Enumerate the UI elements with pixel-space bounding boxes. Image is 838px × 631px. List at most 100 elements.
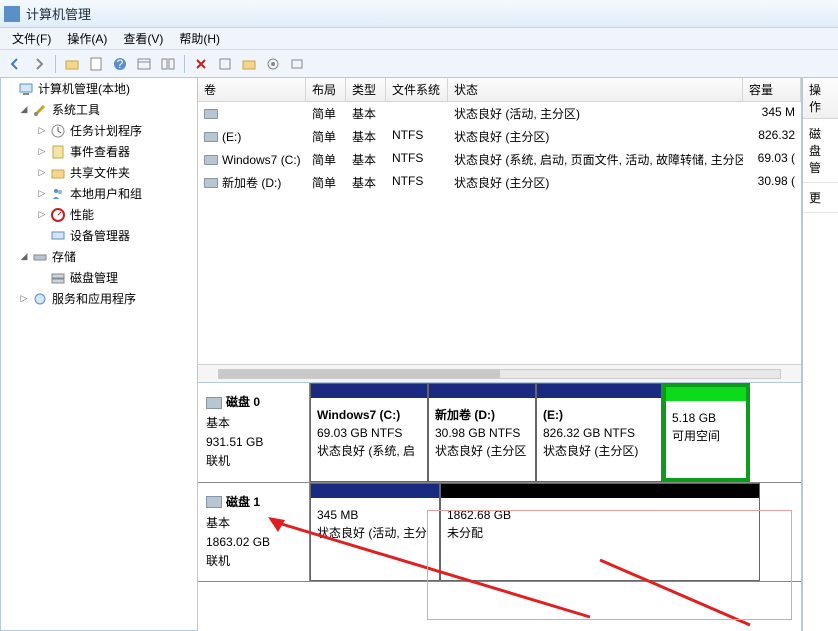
tree-performance[interactable]: ▷ 性能 <box>1 204 197 225</box>
tree-diskmgmt[interactable]: 磁盘管理 <box>1 267 197 288</box>
partition[interactable]: 1862.68 GB 未分配 <box>440 483 760 582</box>
cell-layout: 简单 <box>306 172 346 193</box>
services-icon <box>32 291 48 307</box>
tree-root[interactable]: 计算机管理(本地) <box>1 78 197 99</box>
disk-icon <box>206 496 222 508</box>
partition-status: 状态良好 (系统, 启 <box>317 442 421 460</box>
actions-item[interactable]: 磁盘管 <box>803 119 838 183</box>
help-button[interactable]: ? <box>109 53 131 75</box>
partition-bar <box>441 484 759 498</box>
horizontal-scrollbar[interactable] <box>198 364 801 382</box>
partition[interactable]: 新加卷 (D:) 30.98 GB NTFS 状态良好 (主分区 <box>428 383 536 482</box>
volume-name: (E:) <box>222 130 241 144</box>
expand-icon[interactable]: ▷ <box>37 168 47 178</box>
clock-icon <box>50 123 66 139</box>
refresh-button[interactable] <box>262 53 284 75</box>
tree-label: 计算机管理(本地) <box>38 80 130 97</box>
partition-status: 可用空间 <box>672 427 740 445</box>
app-icon <box>4 6 20 22</box>
partition-status: 状态良好 (主分区) <box>543 442 655 460</box>
toolbar-btn-7[interactable] <box>157 53 179 75</box>
col-volume[interactable]: 卷 <box>198 78 306 101</box>
partition-size: 826.32 GB NTFS <box>543 424 655 442</box>
tree-label: 共享文件夹 <box>70 164 130 181</box>
up-button[interactable] <box>61 53 83 75</box>
tree-systools[interactable]: ◢ 系统工具 <box>1 99 197 120</box>
tree-taskscheduler[interactable]: ▷ 任务计划程序 <box>1 120 197 141</box>
actions-item[interactable]: 更 <box>803 183 838 213</box>
partition-status: 未分配 <box>447 524 753 542</box>
table-row[interactable]: 新加卷 (D:) 简单 基本 NTFS 状态良好 (主分区) 30.98 ( <box>198 171 801 194</box>
menu-help[interactable]: 帮助(H) <box>171 28 228 49</box>
tree-storage[interactable]: ◢ 存储 <box>1 246 197 267</box>
forward-button[interactable] <box>28 53 50 75</box>
expand-icon[interactable]: ▷ <box>37 210 47 220</box>
volume-table: 卷 布局 类型 文件系统 状态 容量 简单 基本 状态良好 (活动, 主分区) … <box>198 78 801 194</box>
col-status[interactable]: 状态 <box>448 78 743 101</box>
menu-view[interactable]: 查看(V) <box>115 28 171 49</box>
partition[interactable]: 345 MB 状态良好 (活动, 主分 <box>310 483 440 582</box>
collapse-icon[interactable]: ◢ <box>19 252 29 262</box>
disk-graphic-area: 磁盘 0 基本931.51 GB联机 Windows7 (C:) 69.03 G… <box>198 382 801 631</box>
col-capacity[interactable]: 容量 <box>743 78 801 101</box>
disk-info[interactable]: 磁盘 0 基本931.51 GB联机 <box>198 383 310 482</box>
partition[interactable]: (E:) 826.32 GB NTFS 状态良好 (主分区) <box>536 383 662 482</box>
cell-capacity: 30.98 ( <box>743 172 801 193</box>
table-row[interactable]: (E:) 简单 基本 NTFS 状态良好 (主分区) 826.32 <box>198 125 801 148</box>
tree-devicemgr[interactable]: 设备管理器 <box>1 225 197 246</box>
tree-label: 存储 <box>52 248 76 265</box>
back-button[interactable] <box>4 53 26 75</box>
partition-status: 状态良好 (主分区 <box>435 442 529 460</box>
cell-layout: 简单 <box>306 126 346 147</box>
table-row[interactable]: 简单 基本 状态良好 (活动, 主分区) 345 M <box>198 102 801 125</box>
cell-capacity: 69.03 ( <box>743 149 801 170</box>
tree-localusers[interactable]: ▷ 本地用户和组 <box>1 183 197 204</box>
toolbar-btn-10[interactable] <box>238 53 260 75</box>
expand-icon[interactable]: ▷ <box>19 294 29 304</box>
tree-services[interactable]: ▷ 服务和应用程序 <box>1 288 197 309</box>
tree-label: 系统工具 <box>52 101 100 118</box>
diskmgmt-icon <box>50 270 66 286</box>
toolbar-btn-6[interactable] <box>133 53 155 75</box>
menu-action[interactable]: 操作(A) <box>59 28 115 49</box>
partition[interactable]: Windows7 (C:) 69.03 GB NTFS 状态良好 (系统, 启 <box>310 383 428 482</box>
col-layout[interactable]: 布局 <box>306 78 346 101</box>
folder-icon <box>50 165 66 181</box>
delete-button[interactable] <box>190 53 212 75</box>
expand-icon[interactable]: ▷ <box>37 147 47 157</box>
partition-size: 69.03 GB NTFS <box>317 424 421 442</box>
tree-sharedfolders[interactable]: ▷ 共享文件夹 <box>1 162 197 183</box>
disk-info[interactable]: 磁盘 1 基本1863.02 GB联机 <box>198 483 310 582</box>
disk-name: 磁盘 1 <box>226 495 260 509</box>
col-type[interactable]: 类型 <box>346 78 386 101</box>
cell-type: 基本 <box>346 126 386 147</box>
window-title: 计算机管理 <box>26 4 91 23</box>
properties-button[interactable] <box>85 53 107 75</box>
collapse-icon[interactable]: ◢ <box>19 105 29 115</box>
tree-eventviewer[interactable]: ▷ 事件查看器 <box>1 141 197 162</box>
toolbar-btn-12[interactable] <box>286 53 308 75</box>
volume-icon <box>204 155 218 165</box>
cell-capacity: 345 M <box>743 103 801 124</box>
users-icon <box>50 186 66 202</box>
volume-name: Windows7 (C:) <box>222 153 301 167</box>
partition-bar <box>311 484 439 498</box>
partition-size: 1862.68 GB <box>447 506 753 524</box>
partition[interactable]: 5.18 GB 可用空间 <box>662 383 750 482</box>
actions-header: 操作 <box>803 78 838 119</box>
col-fs[interactable]: 文件系统 <box>386 78 448 101</box>
partition-size: 30.98 GB NTFS <box>435 424 529 442</box>
cell-status: 状态良好 (主分区) <box>448 126 743 147</box>
storage-icon <box>32 249 48 265</box>
expand-icon[interactable]: ▷ <box>37 126 47 136</box>
tree-toggle-icon[interactable] <box>5 84 15 94</box>
table-row[interactable]: Windows7 (C:) 简单 基本 NTFS 状态良好 (系统, 启动, 页… <box>198 148 801 171</box>
cell-type: 基本 <box>346 149 386 170</box>
menu-file[interactable]: 文件(F) <box>4 28 59 49</box>
expand-icon[interactable]: ▷ <box>37 189 47 199</box>
toolbar-btn-9[interactable] <box>214 53 236 75</box>
cell-fs: NTFS <box>386 149 448 170</box>
partition-bar <box>537 384 661 398</box>
partition-bar <box>666 387 746 401</box>
scroll-thumb[interactable] <box>219 370 500 378</box>
